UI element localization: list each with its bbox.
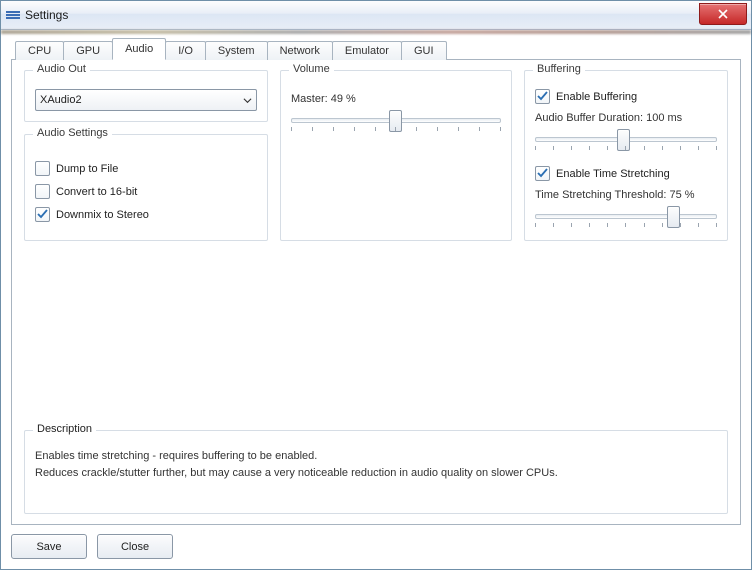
tab-audio[interactable]: Audio — [112, 38, 166, 60]
description-line-2: Reduces crackle/stutter further, but may… — [35, 466, 717, 481]
background-strip — [1, 30, 751, 34]
tab-cpu[interactable]: CPU — [15, 41, 64, 60]
window-title: Settings — [25, 8, 68, 22]
slider-ticks — [535, 223, 717, 229]
close-icon — [718, 9, 728, 19]
tab-body-audio: Audio Out XAudio2 Audio Settings Dump to… — [11, 59, 741, 525]
checkbox-box — [35, 207, 50, 222]
group-volume: Volume Master: 49 % — [280, 70, 512, 241]
checkbox-label: Convert to 16-bit — [56, 186, 137, 198]
tab-system[interactable]: System — [205, 41, 268, 60]
checkbox-downmix-stereo[interactable]: Downmix to Stereo — [35, 207, 257, 222]
stretch-threshold-label: Time Stretching Threshold: 75 % — [535, 189, 717, 201]
checkbox-label: Dump to File — [56, 163, 118, 175]
checkbox-convert-16bit[interactable]: Convert to 16-bit — [35, 184, 257, 199]
close-button[interactable]: Close — [97, 534, 173, 559]
checkbox-label: Enable Buffering — [556, 91, 637, 103]
slider-ticks — [535, 146, 717, 152]
checkbox-enable-buffering[interactable]: Enable Buffering — [535, 89, 717, 104]
checkbox-dump-to-file[interactable]: Dump to File — [35, 161, 257, 176]
buffer-duration-label: Audio Buffer Duration: 100 ms — [535, 112, 717, 124]
group-title-description: Description — [33, 423, 96, 435]
group-audio-settings: Audio Settings Dump to File Convert to 1… — [24, 134, 268, 241]
slider-track — [535, 214, 717, 219]
buffer-duration-slider[interactable] — [535, 130, 717, 152]
description-line-1: Enables time stretching - requires buffe… — [35, 449, 717, 464]
stretch-threshold-slider[interactable] — [535, 207, 717, 229]
save-button[interactable]: Save — [11, 534, 87, 559]
group-audio-out: Audio Out XAudio2 — [24, 70, 268, 122]
app-icon — [5, 7, 21, 23]
audio-out-dropdown[interactable]: XAudio2 — [35, 89, 257, 111]
group-buffering: Buffering Enable Buffering Audio Buffer … — [524, 70, 728, 241]
chevron-down-icon — [243, 96, 252, 105]
volume-master-label: Master: 49 % — [291, 93, 501, 105]
audio-out-selected: XAudio2 — [40, 94, 82, 106]
settings-window: Settings CPU GPU Audio I/O System Networ… — [0, 0, 752, 570]
tab-emulator[interactable]: Emulator — [332, 41, 402, 60]
checkbox-box — [535, 89, 550, 104]
tab-bar: CPU GPU Audio I/O System Network Emulato… — [15, 37, 741, 59]
group-title-buffering: Buffering — [533, 63, 585, 75]
group-title-audio-out: Audio Out — [33, 63, 90, 75]
checkbox-box — [35, 184, 50, 199]
slider-ticks — [291, 127, 501, 133]
titlebar: Settings — [1, 1, 751, 30]
group-title-audio-settings: Audio Settings — [33, 127, 112, 139]
volume-master-slider[interactable] — [291, 111, 501, 133]
tab-network[interactable]: Network — [267, 41, 333, 60]
tab-io[interactable]: I/O — [165, 41, 206, 60]
window-close-button[interactable] — [699, 3, 747, 25]
dialog-footer: Save Close — [11, 534, 173, 559]
checkbox-label: Downmix to Stereo — [56, 209, 149, 221]
dialog-content: CPU GPU Audio I/O System Network Emulato… — [11, 37, 741, 525]
group-description: Description Enables time stretching - re… — [24, 430, 728, 514]
checkbox-box — [35, 161, 50, 176]
checkbox-label: Enable Time Stretching — [556, 168, 670, 180]
tab-gui[interactable]: GUI — [401, 41, 447, 60]
checkbox-enable-time-stretching[interactable]: Enable Time Stretching — [535, 166, 717, 181]
group-title-volume: Volume — [289, 63, 334, 75]
tab-gpu[interactable]: GPU — [63, 41, 113, 60]
checkbox-box — [535, 166, 550, 181]
